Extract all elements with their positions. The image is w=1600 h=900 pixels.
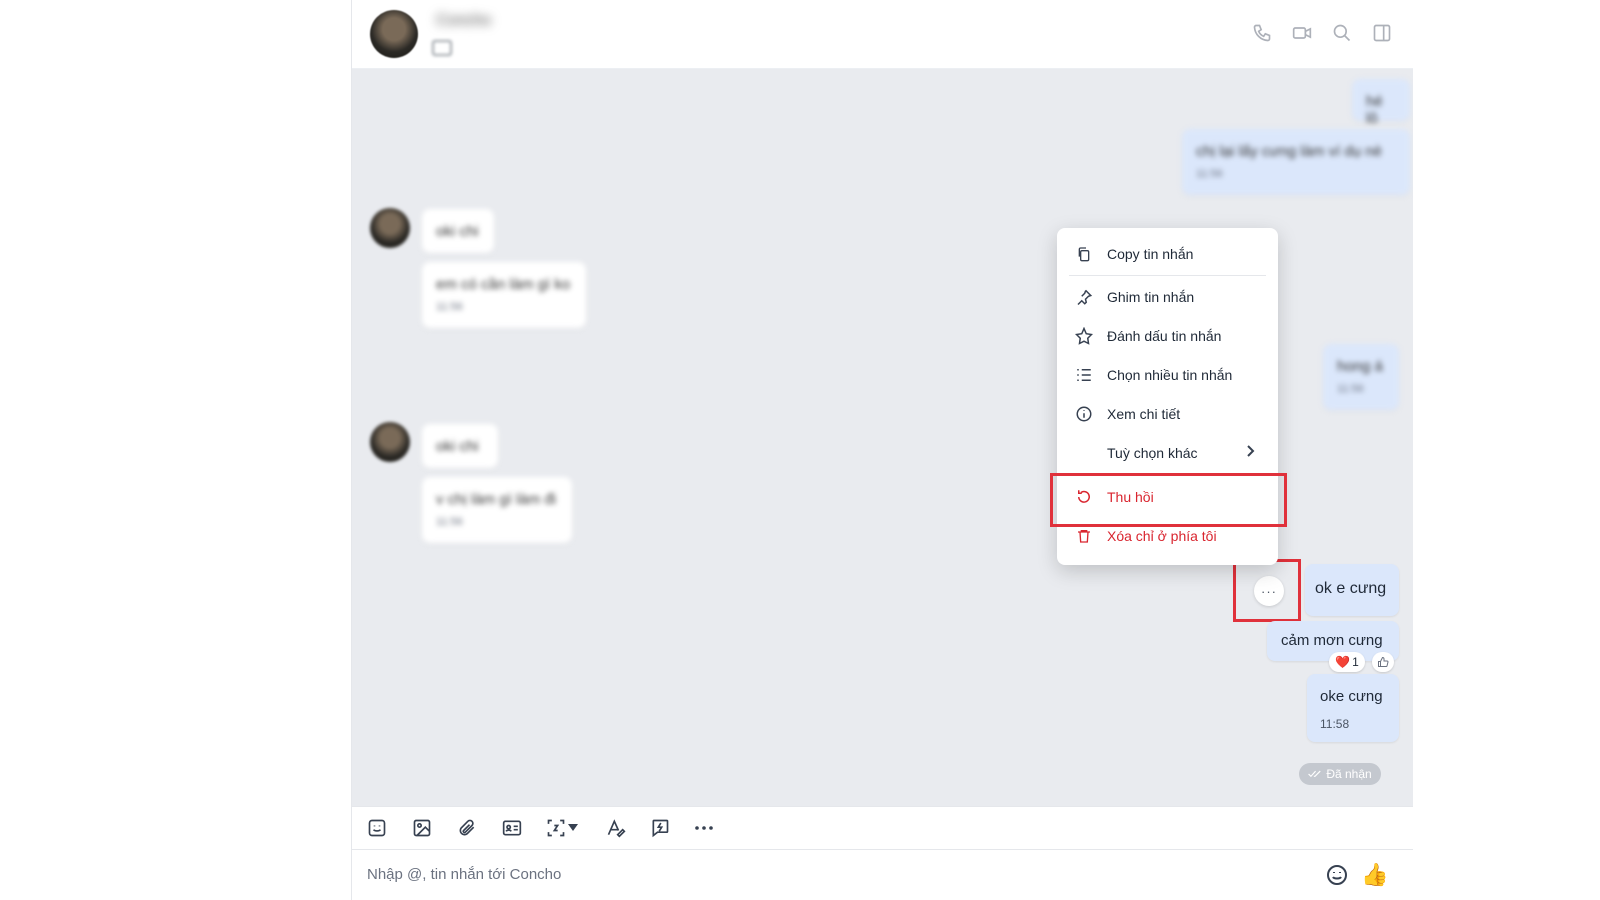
message-text: ok e cưng xyxy=(1315,580,1387,597)
pin-icon xyxy=(1073,286,1095,308)
message-text: v chị làm gì làm đi xyxy=(436,491,557,508)
message-time: 11:58 xyxy=(1320,717,1350,731)
menu-item-select-multiple[interactable]: Chọn nhiều tin nhắn xyxy=(1057,357,1278,393)
message-text: oki chi xyxy=(436,438,479,455)
search-icon[interactable] xyxy=(1329,20,1355,46)
menu-item-more-options[interactable]: Tuỳ chọn khác xyxy=(1057,435,1278,471)
menu-item-label: Xem chi tiết xyxy=(1107,406,1181,422)
message-bubble-received[interactable]: v chị làm gì làm đi 11:56 xyxy=(422,477,572,543)
message-bubble-received[interactable]: oki chi xyxy=(422,424,498,468)
message-list[interactable]: hé lô chị lại lấy cưng làm ví dụ nè 11:5… xyxy=(352,69,1413,806)
status-badge: Đã nhận xyxy=(1299,763,1381,785)
contact-avatar[interactable] xyxy=(370,10,418,58)
message-text: chị lại lấy cưng làm ví dụ nè xyxy=(1196,143,1382,160)
menu-item-label: Copy tin nhắn xyxy=(1107,246,1194,262)
info-icon xyxy=(1073,403,1095,425)
chevron-right-icon xyxy=(1246,444,1256,461)
chevron-down-icon[interactable] xyxy=(566,816,580,840)
menu-divider xyxy=(1069,275,1266,276)
text-format-icon[interactable] xyxy=(604,816,628,840)
highlight-box-recall xyxy=(1050,473,1287,527)
star-icon xyxy=(1073,325,1095,347)
menu-item-label: Ghim tin nhắn xyxy=(1107,289,1195,305)
checklist-icon xyxy=(1073,364,1095,386)
emoji-icon[interactable] xyxy=(1325,863,1349,887)
sidebar-toggle-icon[interactable] xyxy=(1369,20,1395,46)
menu-item-label: Tuỳ chọn khác xyxy=(1107,445,1198,461)
message-time: 11:56 xyxy=(436,301,463,313)
heart-icon: ❤️ xyxy=(1335,655,1351,669)
menu-item-label: Xóa chỉ ở phía tôi xyxy=(1107,528,1217,544)
message-bubble-received[interactable]: oki chi xyxy=(422,209,494,253)
message-bubble-sent[interactable]: chị lại lấy cưng làm ví dụ nè 11:56 xyxy=(1182,129,1410,195)
message-bubble-sent[interactable]: hong á 11:56 xyxy=(1323,344,1399,410)
peer-avatar[interactable] xyxy=(370,208,410,248)
menu-item-pin[interactable]: Ghim tin nhắn xyxy=(1057,279,1278,315)
status-text: Đã nhận xyxy=(1326,767,1372,781)
message-text: hé lô xyxy=(1366,93,1383,127)
message-composer[interactable]: Nhập @, tin nhắn tới Concho 👍 xyxy=(352,850,1413,900)
sticker-icon[interactable] xyxy=(365,816,389,840)
screenshot-icon[interactable] xyxy=(544,816,568,840)
image-icon[interactable] xyxy=(410,816,434,840)
contact-status-icon xyxy=(432,40,452,56)
message-time: 11:56 xyxy=(1196,168,1223,180)
message-bubble-sent[interactable]: oke cưng 11:58 xyxy=(1307,674,1399,742)
phone-icon[interactable] xyxy=(1249,20,1275,46)
blank-icon xyxy=(1073,442,1095,464)
message-bubble-received[interactable]: em có cần làm gì ko 11:56 xyxy=(422,262,586,328)
highlight-box-more-button xyxy=(1233,559,1301,622)
menu-item-details[interactable]: Xem chi tiết xyxy=(1057,396,1278,432)
menu-item-label: Chọn nhiều tin nhắn xyxy=(1107,367,1233,383)
message-text: cảm mơn cưng xyxy=(1281,632,1383,649)
reaction-badge[interactable]: ❤️ 1 xyxy=(1329,652,1365,672)
chat-window: Concho hé lô chị lại lấy cưng làm ví dụ … xyxy=(351,0,1413,900)
video-call-icon[interactable] xyxy=(1289,20,1315,46)
message-input[interactable]: Nhập @, tin nhắn tới Concho xyxy=(367,866,561,883)
more-options-icon[interactable] xyxy=(692,816,716,840)
copy-icon xyxy=(1073,243,1095,265)
message-text: em có cần làm gì ko xyxy=(436,276,571,293)
message-text: oke cưng xyxy=(1320,688,1383,705)
message-time: 11:56 xyxy=(436,516,463,528)
composer-toolbar xyxy=(352,806,1413,850)
attachment-icon[interactable] xyxy=(455,816,479,840)
menu-item-copy[interactable]: Copy tin nhắn xyxy=(1057,236,1278,272)
peer-avatar[interactable] xyxy=(370,422,410,462)
reaction-count: 1 xyxy=(1352,655,1359,669)
message-text: oki chi xyxy=(436,223,479,240)
menu-item-label: Đánh dấu tin nhắn xyxy=(1107,328,1222,344)
contact-card-icon[interactable] xyxy=(500,816,524,840)
quick-message-icon[interactable] xyxy=(648,816,672,840)
menu-item-mark[interactable]: Đánh dấu tin nhắn xyxy=(1057,318,1278,354)
chat-header: Concho xyxy=(352,0,1413,69)
message-text: hong á xyxy=(1337,358,1383,375)
like-reaction-icon[interactable] xyxy=(1372,652,1394,672)
message-time: 11:56 xyxy=(1337,383,1364,395)
message-bubble-sent[interactable]: hé lô xyxy=(1352,79,1410,127)
trash-icon xyxy=(1073,525,1095,547)
thumbs-up-icon[interactable]: 👍 xyxy=(1361,862,1388,888)
message-bubble-sent[interactable]: ok e cưng xyxy=(1305,564,1399,616)
contact-name[interactable]: Concho xyxy=(436,12,491,30)
header-actions xyxy=(1249,20,1395,46)
